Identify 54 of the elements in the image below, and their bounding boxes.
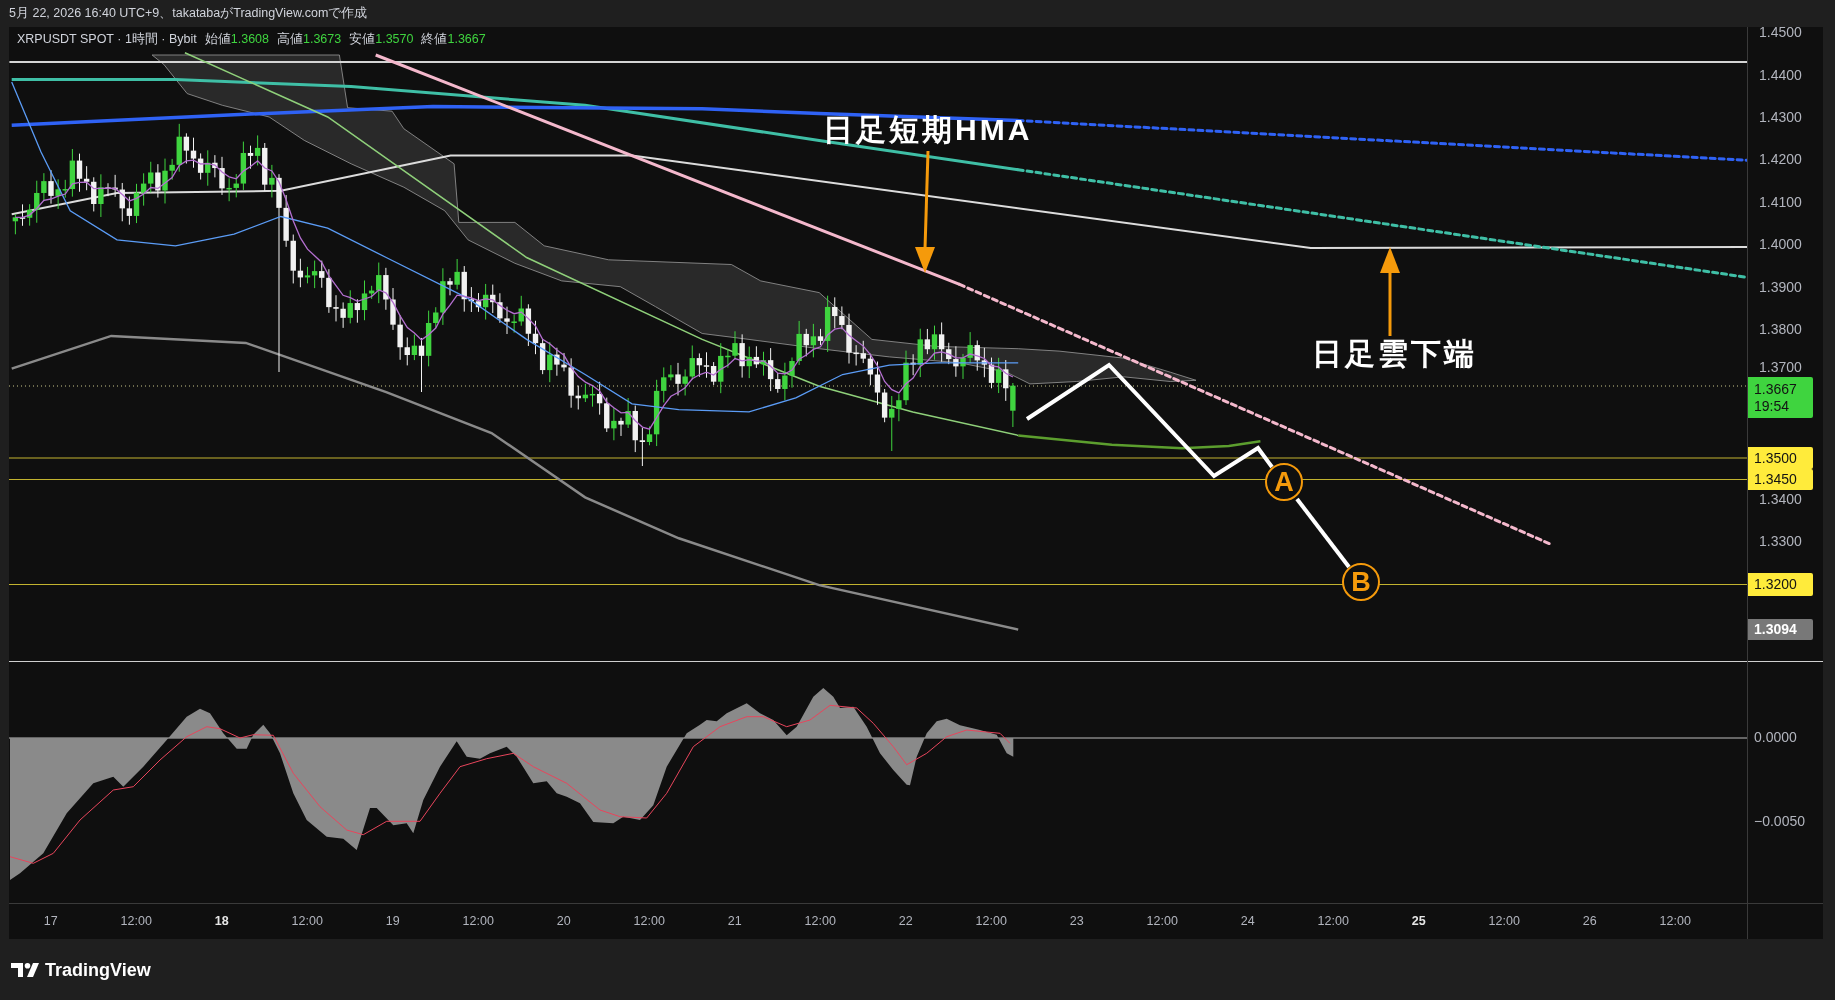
wave-label: B [1342,563,1380,601]
time-axis-label: 12:00 [462,915,494,928]
ohlc-label: 始値 [204,33,231,46]
logo-icon [11,962,39,977]
time-axis-label: 12:00 [291,915,323,928]
price-axis-label: 1.3800 [1759,321,1802,337]
time-axis-label: 12:00 [1317,915,1349,928]
ohlc-label: 終値 [421,33,448,46]
price-level-label: 1.3450 [1748,469,1813,490]
price-level-label: 1.3500 [1748,447,1813,469]
logo-text: TradingView [45,960,151,979]
ohlc-value: 1.3608 [230,33,269,46]
time-axis-label: 12:00 [633,915,665,928]
price-axis-label: 1.4000 [1759,236,1802,252]
price-axis-label: 1.4200 [1759,151,1802,167]
time-axis-label: 23 [1069,915,1084,928]
time-axis-label: 20 [556,915,571,928]
price-axis-label: 1.4100 [1759,194,1802,210]
time-axis-label: 12:00 [804,915,836,928]
ohlc-label: 安値 [349,33,376,46]
annotation-label: 日足短期HMA [823,115,1033,145]
time-axis-label: 26 [1582,915,1597,928]
time-axis-label: 17 [43,915,58,928]
price-axis-label: 1.3300 [1759,533,1802,549]
price-axis-label: 1.4500 [1759,24,1802,40]
indicator-axis-label: 0.0000 [1754,729,1797,745]
chart-caption: 5月 22, 2026 16:40 UTC+9、takatabaがTradingView.comで作成 [9,7,368,20]
time-axis-label: 25 [1411,915,1426,928]
time-axis-label: 19 [385,915,400,928]
indicator-axis-label: −0.0050 [1754,813,1805,829]
indicator-value-label: 1.3094 [1748,619,1813,640]
time-axis-label: 18 [214,915,229,928]
price-axis-label: 1.4300 [1759,109,1802,125]
time-axis-label: 12:00 [1488,915,1520,928]
last-price-label: 1.3667 19:54 [1748,377,1813,418]
time-axis-label: 24 [1240,915,1255,928]
ohlc-value: 1.3673 [303,33,342,46]
price-axis-label: 1.3900 [1759,279,1802,295]
ohlc-label: 高値 [277,33,303,46]
price-axis-label: 1.4400 [1759,66,1802,83]
annotation-label: 日足雲下端 [1312,339,1477,369]
legend-symbol: XRPUSDT SPOT · 1時間 · Bybit [17,33,197,46]
time-axis-label: 12:00 [1659,915,1691,928]
ohlc-value: 1.3667 [447,33,486,46]
wave-label: A [1265,463,1303,501]
price-level-label: 1.3200 [1748,573,1813,596]
time-axis-label: 12:00 [975,915,1007,928]
time-axis-label: 12:00 [1146,915,1178,928]
ohlc-value: 1.3570 [375,33,414,46]
time-axis-label: 22 [898,915,913,928]
price-axis-label: 1.3700 [1759,359,1802,375]
price-axis-label: 1.3400 [1759,491,1802,507]
time-axis-label: 21 [727,915,742,928]
time-axis-label: 12:00 [120,915,152,928]
